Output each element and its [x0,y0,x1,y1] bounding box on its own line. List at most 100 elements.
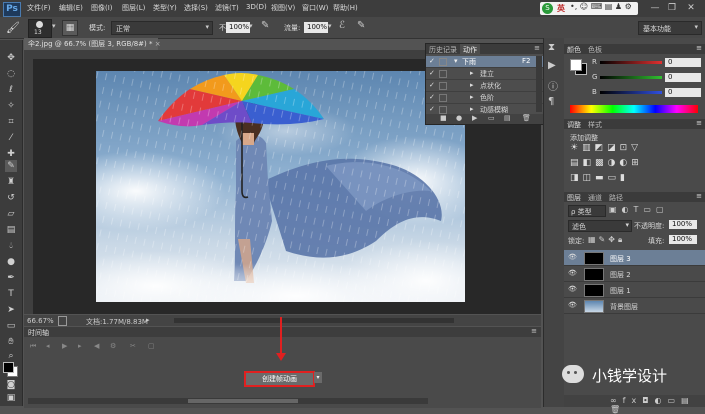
record-icon[interactable]: ● [456,114,462,122]
play-icon[interactable]: ▶ [472,114,477,122]
mode-select[interactable]: 正常 ▾ [111,21,213,35]
dialog-toggle-icon[interactable] [439,94,447,102]
adjustment-icons-row-1[interactable]: ☀▥◩◪⊡▽ [570,143,690,155]
tab-styles[interactable]: 样式 [588,120,602,130]
chevron-down-icon[interactable]: ▾ [328,22,332,30]
eraser-tool-icon[interactable]: ▱ [5,208,17,220]
chevron-down-icon[interactable]: ▾ [314,372,322,383]
action-row[interactable]: ✓ ▾ 下雨 F2 [426,56,543,68]
timeline-zoom-slider[interactable] [188,399,298,403]
tab-channels[interactable]: 通道 [588,193,602,203]
color-spectrum-bar[interactable] [570,105,698,113]
menu-file[interactable]: 文件(F) [27,3,51,13]
layer-row[interactable]: 👁︎ 图层 1 [564,282,705,298]
eye-icon[interactable]: 👁︎ [568,301,577,309]
panel-menu-icon[interactable]: ≡ [696,192,702,200]
checkmark-icon[interactable]: ✓ [429,81,435,89]
menu-help[interactable]: 帮助(H) [333,3,358,13]
actions-panel-icon[interactable]: ▶ [548,60,556,71]
layer-filter-icons[interactable]: ▣◐T▭▢ [609,205,699,215]
dialog-toggle-icon[interactable] [439,82,447,90]
zoom-tool-icon[interactable]: ⌕ [5,350,17,362]
menu-type[interactable]: 类型(Y) [153,3,177,13]
menu-window[interactable]: 窗口(W) [302,3,328,13]
checkmark-icon[interactable]: ✓ [429,105,435,113]
layer-action-icons[interactable]: ∞fx◘◐▭▤🗑︎ [610,396,705,414]
fill-input[interactable]: 100% [669,235,697,244]
transition-icon[interactable]: ▢ [148,342,155,350]
blue-channel-slider[interactable] [600,91,662,94]
workspace-select[interactable]: 基本功能 ▾ [638,21,702,35]
healing-brush-tool-icon[interactable]: ✚ [5,148,17,160]
move-tool-icon[interactable]: ✥ [5,52,17,64]
menu-edit[interactable]: 编辑(E) [59,3,83,13]
action-row[interactable]: ✓ ▸ 色阶 [426,92,543,104]
document-tab[interactable]: 伞2.jpg @ 66.7% (图层 3, RGB/8#) * × [24,38,161,50]
dialog-toggle-icon[interactable] [439,106,447,114]
clone-stamp-tool-icon[interactable]: ♜ [5,176,17,188]
trash-icon[interactable]: 🗑︎ [522,114,531,122]
close-icon[interactable]: × [155,40,161,48]
lock-icons[interactable]: ▦✎✥🔒︎ [588,235,638,245]
tab-paths[interactable]: 路径 [609,193,623,203]
panel-menu-icon[interactable]: ≡ [534,44,540,52]
restore-icon[interactable]: ❐ [665,2,679,14]
opacity-input[interactable]: 100% [226,22,250,33]
green-value-input[interactable]: 0 [665,73,701,82]
eye-icon[interactable]: 👁︎ [568,285,577,293]
blur-tool-icon[interactable]: 💧︎ [5,240,17,252]
shape-tool-icon[interactable]: ▭ [5,320,17,332]
ime-mode-label[interactable]: 英 [557,3,565,14]
chevron-down-icon[interactable]: ▾ [454,57,458,65]
settings-icon[interactable]: ⚙ [110,342,116,350]
checkmark-icon[interactable]: ✓ [429,93,435,101]
chevron-right-icon[interactable]: ▸ [146,316,150,324]
menu-select[interactable]: 选择(S) [184,3,208,13]
new-set-icon[interactable]: ▭ [488,114,495,122]
chevron-right-icon[interactable]: ▸ [470,93,474,101]
adjustment-icons-row-2[interactable]: ▤◧▩◑◐⊞ [570,158,690,170]
properties-panel-icon[interactable]: ⓘ [548,78,558,93]
dialog-toggle-icon[interactable] [439,70,447,78]
chevron-right-icon[interactable]: ▸ [470,105,474,113]
chevron-down-icon[interactable]: ▾ [249,22,253,30]
layer-row[interactable]: 👁︎ 背景图层 [564,298,705,314]
menu-view[interactable]: 视图(V) [271,3,295,13]
action-row[interactable]: ✓ ▸ 建立 [426,68,543,80]
paragraph-panel-icon[interactable]: ¶ [548,96,554,107]
quick-mask-icon[interactable]: ◙ [5,379,17,391]
foreground-color-swatch[interactable] [3,362,14,373]
tab-actions[interactable]: 动作 [460,44,480,56]
action-row[interactable]: ✓ ▸ 点状化 [426,80,543,92]
green-channel-slider[interactable] [600,76,662,79]
layer-opacity-input[interactable]: 100% [669,220,697,229]
type-tool-icon[interactable]: T [5,288,17,300]
brush-tool-icon[interactable]: ✎ [5,160,17,172]
lasso-tool-icon[interactable]: ℓ [5,84,17,96]
ime-tool-icons[interactable]: •, ☺ ⌨ ▤ ♟ ⚙ [570,2,632,11]
panel-menu-icon[interactable]: ≡ [696,44,702,52]
history-brush-tool-icon[interactable]: ↺ [5,192,17,204]
pressure-opacity-icon[interactable]: ✎ [261,20,269,31]
gradient-tool-icon[interactable]: ▤ [5,224,17,236]
previous-frame-icon[interactable]: ◂ [46,342,50,350]
actions-scrollbar[interactable] [536,56,542,112]
red-value-input[interactable]: 0 [665,58,701,67]
tab-layers[interactable]: 图层 [567,193,581,203]
checkmark-icon[interactable]: ✓ [429,57,435,65]
document-image[interactable] [96,71,465,302]
crop-tool-icon[interactable]: ⌗ [5,116,17,128]
menu-layer[interactable]: 图层(L) [122,3,145,13]
adjustment-icons-row-3[interactable]: ◨◫▬▭▮ [570,173,690,185]
first-frame-icon[interactable]: ⏮ [30,342,36,351]
audio-icon[interactable]: ◀ [94,342,99,350]
checkmark-icon[interactable]: ✓ [429,69,435,77]
history-panel-icon[interactable]: ⧗ [548,42,555,53]
chevron-right-icon[interactable]: ▸ [470,81,474,89]
menu-filter[interactable]: 滤镜(T) [215,3,239,13]
blend-mode-select[interactable]: 滤色 ▾ [568,220,632,232]
close-icon[interactable]: ✕ [684,2,698,14]
tab-adjustments[interactable]: 调整 [567,120,581,130]
marquee-tool-icon[interactable]: ◌ [5,68,17,80]
zoom-level[interactable]: 66.67% [27,317,54,325]
